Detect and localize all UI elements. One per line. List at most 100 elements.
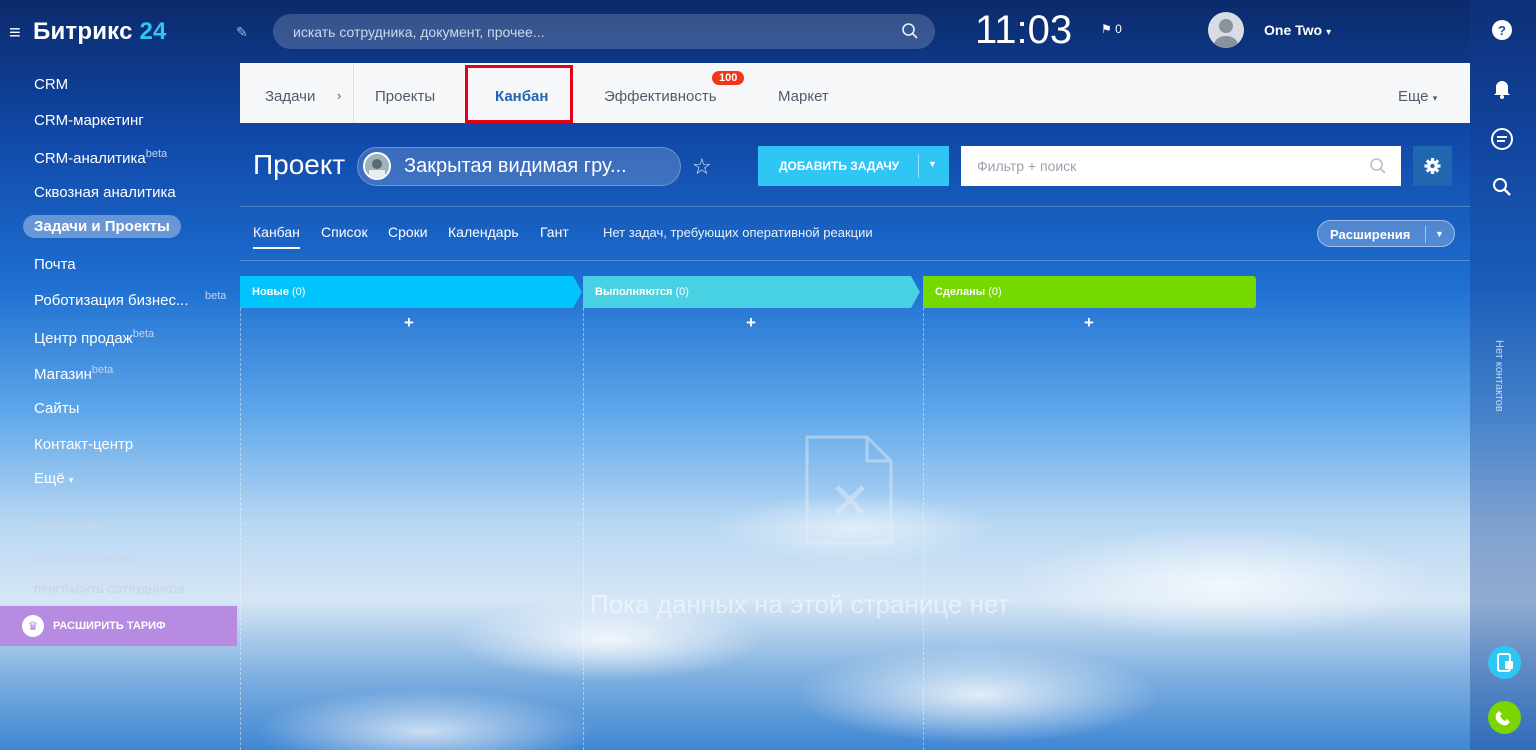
flag-counter[interactable]: ⚑ 0 [1101,22,1122,36]
menu-item-label: Роботизация бизнес... [34,292,189,309]
bell-icon[interactable] [1488,74,1516,102]
kanban-column-new[interactable]: Новые (0) [240,276,582,308]
add-task-in-progress-icon[interactable]: + [746,313,756,333]
device-icon [1497,653,1513,672]
menu-item-business-automation[interactable]: Роботизация бизнес... beta [34,290,226,309]
app-logo[interactable]: Битрикс 24 [33,18,167,46]
favorite-star-icon[interactable]: ☆ [692,154,712,180]
empty-document-icon [805,435,893,545]
menu-item-label: Почта [34,256,76,273]
efficiency-badge: 100 [712,71,745,85]
tab-more[interactable]: Еще ▾ [1398,88,1437,105]
add-task-label: ДОБАВИТЬ ЗАДАЧУ [779,159,900,173]
tab-efficiency[interactable]: Эффективность [604,88,717,105]
menu-item-label: Сайты [34,400,80,417]
project-avatar [363,152,391,180]
button-divider [1425,226,1426,243]
extensions-button[interactable]: Расширения ▼ [1317,220,1455,247]
filter-placeholder: Фильтр + поиск [977,158,1077,174]
user-menu[interactable]: One Two ▾ [1264,22,1331,38]
search-icon[interactable] [1369,157,1387,175]
menu-item-store[interactable]: Магазинbeta [34,364,113,383]
left-menu: CRM CRM-маркетинг CRM-аналитикаbeta Скво… [0,63,240,750]
menu-item-more[interactable]: Ещё ▾ [34,470,73,487]
tab-divider [353,63,354,123]
menu-item-label: CRM-аналитика [34,150,146,167]
search-icon[interactable] [901,22,919,40]
add-task-done-icon[interactable]: + [1084,313,1094,333]
chevron-right-icon: › [337,88,342,103]
column-title: Сделаны [935,286,986,298]
user-silhouette-icon [1214,19,1238,48]
tab-market[interactable]: Маркет [778,88,829,105]
view-tab-kanban[interactable]: Канбан [253,224,300,249]
open-lines-button[interactable] [1488,646,1521,679]
invite-employees-link[interactable]: ПРИГЛАСИТЬ СОТРУДНИКОВ [34,585,185,596]
menu-item-sales-center[interactable]: Центр продажbeta [34,328,154,347]
menu-item-label: CRM [34,76,69,93]
clock[interactable]: 11:03 [975,8,1072,53]
divider [240,206,1470,207]
view-tab-gantt[interactable]: Гант [540,224,569,240]
add-task-button[interactable]: ДОБАВИТЬ ЗАДАЧУ ▼ [758,146,949,186]
menu-item-label: CRM-маркетинг [34,112,144,129]
menu-item-end-to-end-analytics[interactable]: Сквозная аналитика [34,184,176,201]
tab-tasks[interactable]: Задачи [265,88,315,105]
menu-burger-icon[interactable]: ≡ [9,23,21,43]
tab-projects[interactable]: Проекты [375,88,435,105]
column-count: (0) [292,286,306,298]
menu-item-crm-analytics[interactable]: CRM-аналитикаbeta [34,148,167,167]
menu-item-mail[interactable]: Почта [34,256,76,273]
chevron-down-icon[interactable]: ▼ [928,159,937,169]
menu-item-crm-marketing[interactable]: CRM-маркетинг [34,112,144,129]
empty-state-message: Пока данных на этой странице нет [590,589,1010,619]
chat-icon[interactable] [1488,125,1516,153]
kanban-column-done[interactable]: Сделаны (0) [923,276,1256,308]
call-button[interactable] [1488,701,1521,734]
help-icon[interactable]: ? [1488,16,1516,44]
kanban-tab-highlight [465,65,573,123]
menu-item-sites[interactable]: Сайты [34,400,79,417]
sitemap-link[interactable]: КАРТА САЙТА [34,523,106,534]
configure-menu-link[interactable]: НАСТРОИТЬ МЕНЮ [34,554,134,565]
edit-pencil-icon[interactable]: ✎ [236,24,248,41]
column-divider [240,308,241,750]
menu-item-tasks-projects[interactable]: Задачи и Проекты [23,215,181,238]
logo-name: Битрикс [33,18,133,45]
view-tab-calendar[interactable]: Календарь [448,224,519,240]
project-selector[interactable]: Закрытая видимая гру... [357,147,681,186]
search-icon[interactable] [1488,173,1516,201]
upgrade-plan-button[interactable]: ♛ РАСШИРИТЬ ТАРИФ [0,606,237,646]
more-label: Еще [1398,88,1429,105]
view-tab-deadlines[interactable]: Сроки [388,224,428,240]
chevron-down-icon: ▼ [1435,229,1444,239]
add-task-new-icon[interactable]: + [404,313,414,333]
menu-item-label: Сквозная аналитика [34,184,176,201]
settings-button[interactable] [1413,146,1452,186]
filter-search-input[interactable]: Фильтр + поиск [961,146,1401,186]
divider [240,260,1470,261]
group-photo-icon [365,154,389,178]
beta-tag: beta [145,148,168,160]
top-header: ≡ Битрикс 24 ✎ искать сотрудника, докуме… [0,0,1470,63]
menu-item-crm[interactable]: CRM [34,76,68,93]
menu-item-contact-center[interactable]: Контакт-центр [34,436,133,453]
menu-item-label: Задачи и Проекты [34,218,170,235]
gear-icon [1424,158,1441,174]
logo-number: 24 [139,18,167,45]
menu-item-label: Центр продаж [34,330,133,347]
view-tab-list[interactable]: Список [321,224,368,240]
menu-item-label: Ещё [34,470,65,487]
global-search-input[interactable]: искать сотрудника, документ, прочее... [273,14,935,49]
chevron-down-icon: ▾ [1432,93,1438,103]
user-avatar[interactable] [1208,12,1244,48]
column-count: (0) [675,286,689,298]
kanban-column-in-progress[interactable]: Выполняются (0) [583,276,920,308]
no-urgent-tasks-notice[interactable]: Нет задач, требующих оперативной реакции [603,225,873,240]
beta-tag: beta [91,364,114,376]
extensions-label: Расширения [1330,227,1411,242]
crown-icon: ♛ [22,615,44,637]
column-divider [583,308,584,750]
menu-item-label: Магазин [34,366,92,383]
flag-icon: ⚑ [1101,22,1112,36]
